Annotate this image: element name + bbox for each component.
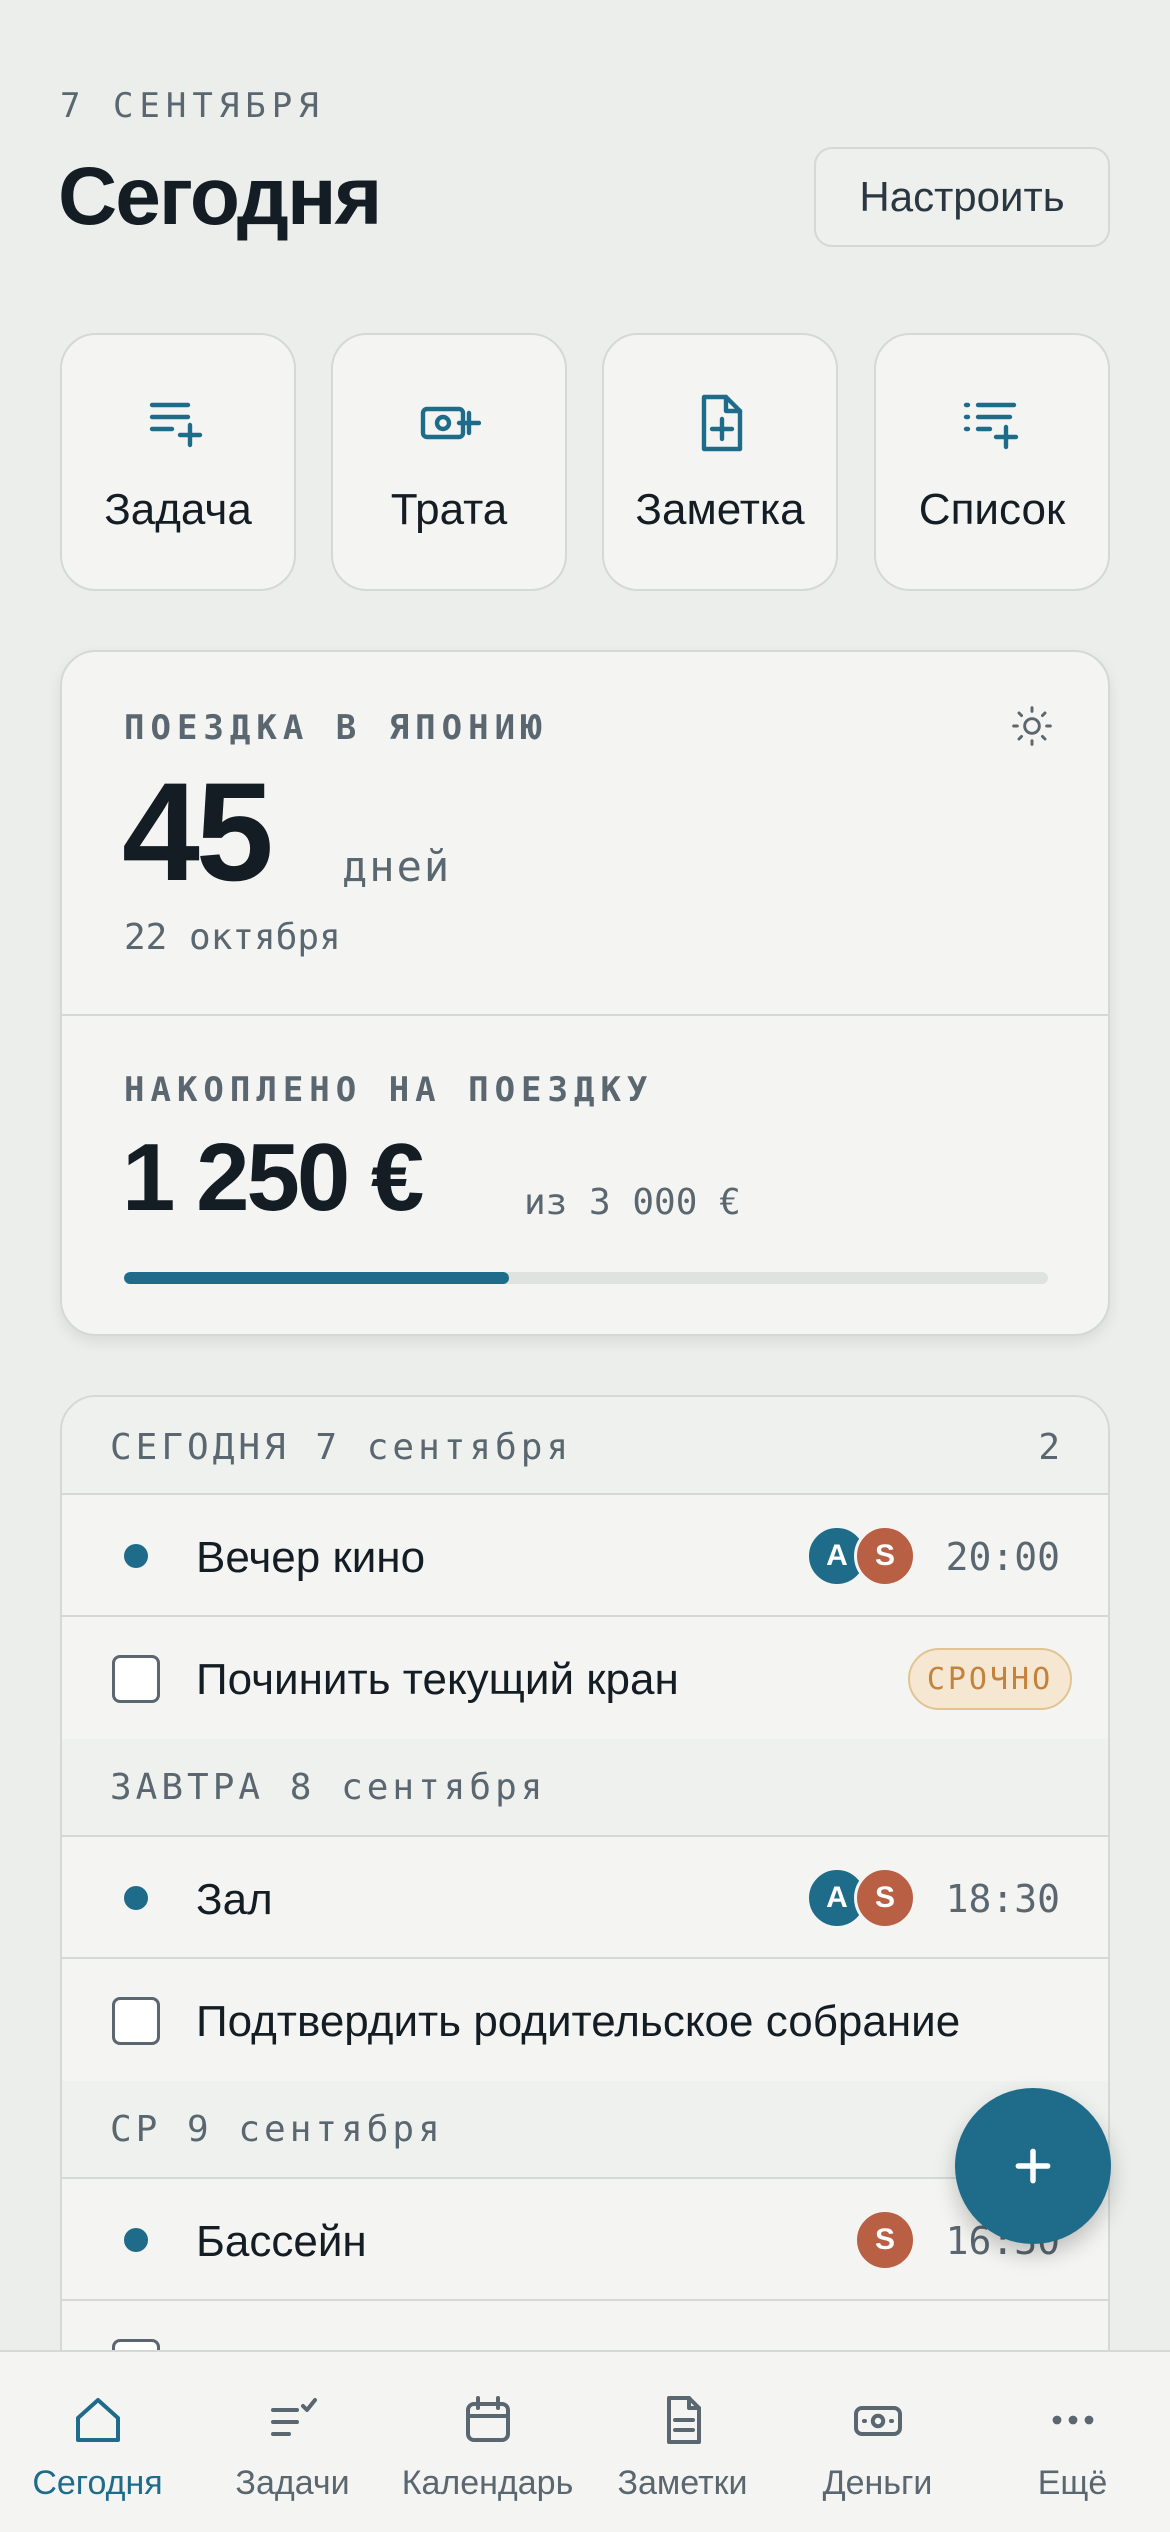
nav-item-today[interactable]: Сегодня [0, 2352, 195, 2532]
quick-action-label: Задача [104, 485, 252, 534]
quick-action-task[interactable]: Задача [60, 333, 296, 591]
date-label: 7 СЕНТЯБРЯ [60, 86, 325, 126]
agenda-event-row[interactable]: Бассейн S 16:30 [62, 2179, 1108, 2301]
nav-item-money[interactable]: Деньги [780, 2352, 975, 2532]
agenda-event-row[interactable]: Вечер кино A S 20:00 [62, 1495, 1108, 1617]
bottom-nav: Сегодня Задачи Календарь Заметки Деньги [0, 2350, 1170, 2532]
sun-icon[interactable] [1010, 704, 1054, 748]
avatar: S [854, 1525, 916, 1587]
notes-icon [666, 2396, 701, 2444]
day-header-label: СР 9 сентября [110, 2109, 444, 2150]
task-title: Починить текущий кран [196, 1655, 679, 1704]
task-title: Подтвердить родительское собрание [196, 1997, 961, 2046]
agenda-day-header-tomorrow: ЗАВТРА 8 сентября [62, 1739, 1108, 1837]
agenda-day-header-wed: СР 9 сентября [62, 2081, 1108, 2179]
add-fab-button[interactable] [955, 2088, 1111, 2244]
divider [62, 1014, 1108, 1016]
avatar: S [854, 2209, 916, 2271]
quick-action-label: Заметка [635, 485, 805, 534]
nav-item-notes[interactable]: Заметки [585, 2352, 780, 2532]
tasks-icon [270, 2398, 317, 2436]
savings-progress-fill [124, 1272, 510, 1284]
trip-card[interactable]: ПОЕЗДКА В ЯПОНИЮ 45 дней 22 октября НАКО… [60, 650, 1110, 1336]
nav-item-tasks[interactable]: Задачи [195, 2352, 390, 2532]
calendar-icon [465, 2396, 510, 2442]
nav-label: Заметки [617, 2464, 748, 2502]
quick-actions: Задача Трата Заметка Список [60, 333, 1110, 591]
nav-label: Ещё [1037, 2464, 1108, 2502]
trip-date: 22 октября [124, 917, 341, 958]
countdown-days: 45 [122, 753, 274, 910]
agenda-event-row[interactable]: Зал A S 18:30 [62, 1837, 1108, 1959]
add-task-icon [149, 402, 203, 448]
page-title: Сегодня [58, 151, 382, 242]
nav-item-calendar[interactable]: Календарь [390, 2352, 585, 2532]
urgent-badge: СРОЧНО [908, 1648, 1072, 1710]
task-checkbox[interactable] [112, 1655, 160, 1703]
more-icon [1052, 2415, 1093, 2425]
event-dot [124, 2228, 148, 2252]
event-time: 18:30 [945, 1877, 1060, 1921]
event-dot [124, 1886, 148, 1910]
avatar: S [854, 1867, 916, 1929]
day-header-label: ЗАВТРА 8 сентября [110, 1767, 547, 1808]
event-dot [124, 1544, 148, 1568]
add-note-icon [701, 394, 743, 452]
savings-amount: 1 250 € [122, 1124, 424, 1231]
money-icon [853, 2406, 902, 2436]
task-checkbox[interactable] [112, 1997, 160, 2045]
customize-button[interactable]: Настроить [814, 147, 1110, 247]
countdown-label: ПОЕЗДКА В ЯПОНИЮ [124, 708, 548, 748]
nav-label: Сегодня [32, 2464, 163, 2502]
nav-item-more[interactable]: Ещё [975, 2352, 1170, 2532]
quick-action-label: Трата [390, 485, 508, 534]
agenda-task-row[interactable]: Починить текущий кран СРОЧНО [62, 1617, 1108, 1739]
event-title: Зал [196, 1875, 273, 1924]
quick-action-label: Список [918, 485, 1066, 534]
event-time: 20:00 [945, 1535, 1060, 1579]
countdown-unit: дней [342, 842, 452, 891]
home-icon [75, 2398, 120, 2442]
quick-action-list[interactable]: Список [874, 333, 1110, 591]
quick-action-expense[interactable]: Трата [331, 333, 567, 591]
agenda-task-row[interactable]: Подтвердить родительское собрание [62, 1959, 1108, 2081]
day-header-label: СЕГОДНЯ 7 сентября [110, 1427, 573, 1468]
nav-label: Календарь [401, 2464, 574, 2502]
plus-icon [1015, 2148, 1051, 2184]
savings-label: НАКОПЛЕНО НА ПОЕЗДКУ [124, 1070, 654, 1110]
agenda-day-header-today: СЕГОДНЯ 7 сентября 2 [62, 1397, 1108, 1495]
event-title: Вечер кино [196, 1533, 426, 1582]
add-list-icon [963, 402, 1019, 450]
quick-action-note[interactable]: Заметка [602, 333, 838, 591]
savings-progress-bar [124, 1272, 1048, 1284]
event-title: Бассейн [196, 2217, 367, 2266]
day-item-count: 2 [1038, 1427, 1060, 1468]
savings-goal: из 3 000 € [524, 1182, 741, 1223]
nav-label: Деньги [822, 2464, 933, 2502]
add-expense-icon [420, 406, 481, 440]
nav-label: Задачи [235, 2464, 350, 2502]
